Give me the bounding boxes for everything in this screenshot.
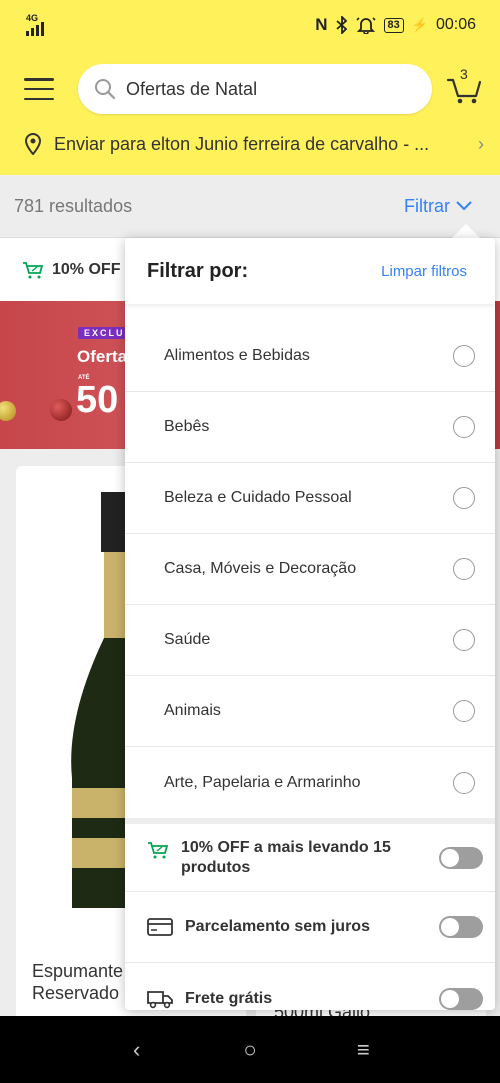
toggle-switch[interactable] [439,916,483,938]
banner-number: 50 [76,379,119,421]
home-icon[interactable]: ○ [230,1037,270,1063]
radio-button[interactable] [453,558,475,580]
filter-label: Filtrar [404,195,450,216]
category-option-saude[interactable]: Saúde [125,605,495,676]
filter-panel-header: Filtrar por: Limpar filtros [125,238,495,304]
radio-button[interactable] [453,416,475,438]
alarm-bell-icon [355,17,376,34]
filter-panel: Filtrar por: Limpar filtros Alimentos e … [125,238,495,1010]
status-bar: 4G N 83 ⚡ 00:06 [0,0,500,50]
radio-button[interactable] [453,487,475,509]
radio-button[interactable] [453,700,475,722]
toggle-label: Frete grátis [185,989,273,1007]
nfc-icon: N [315,15,328,34]
truck-icon [147,990,173,1008]
search-input[interactable]: Ofertas de Natal [78,64,432,114]
chevron-down-icon [456,201,472,211]
filter-button[interactable]: Filtrar [404,196,472,217]
cart-discount-icon [148,841,169,858]
category-option-animais[interactable]: Animais [125,676,495,747]
toggle-row-free-shipping[interactable]: Frete grátis [125,963,495,1010]
results-count: 781 resultados [14,195,133,216]
charging-icon: ⚡ [411,17,428,32]
credit-card-icon [147,918,173,936]
toggle-label: 10% OFF a mais levando 15 produtos [181,838,391,876]
category-option-arte[interactable]: Arte, Papelaria e Armarinho [125,747,495,818]
hamburger-menu-icon[interactable] [24,78,54,100]
clock: 00:06 [435,16,476,33]
search-icon [95,79,116,100]
radio-button[interactable] [453,629,475,651]
category-label: Alimentos e Bebidas [164,347,310,364]
network-indicator: 4G [26,14,44,36]
battery-icon: 83 [383,17,404,33]
back-icon[interactable]: ‹ [117,1037,157,1063]
shipping-address-text: Enviar para elton Junio ferreira de carv… [54,133,430,154]
category-label: Arte, Papelaria e Armarinho [164,773,361,791]
location-pin-icon [24,133,42,155]
cart-discount-icon [23,261,44,278]
category-label: Bebês [164,418,210,435]
clear-filters-button[interactable]: Limpar filtros [381,263,467,280]
app-header: Ofertas de Natal 3 Enviar para elton Jun… [0,50,500,175]
category-label: Saúde [164,631,211,648]
category-option-casa[interactable]: Casa, Móveis e Decoração [125,534,495,605]
ornament-image [50,399,72,421]
banner-title: Oferta [77,347,128,366]
system-nav-bar: ‹ ○ ≡ [0,1016,500,1083]
radio-button[interactable] [453,771,475,794]
category-option-alimentos-bebidas[interactable]: Alimentos e Bebidas [125,321,495,392]
category-option-beleza[interactable]: Beleza e Cuidado Pessoal [125,463,495,534]
network-type: 4G [26,13,39,23]
filter-panel-title: Filtrar por: [147,259,249,282]
toggle-switch[interactable] [439,846,483,869]
category-label: Casa, Móveis e Decoração [164,560,357,577]
toggle-switch[interactable] [439,987,483,1010]
cart-button[interactable]: 3 [446,66,484,106]
toggle-row-installments[interactable]: Parcelamento sem juros [125,892,495,963]
shipping-address-bar[interactable]: Enviar para elton Junio ferreira de carv… [24,133,484,155]
category-label: Animais [164,702,221,719]
promo-label: 10% OFF [52,260,121,278]
toggle-label: Parcelamento sem juros [185,918,370,935]
category-option-bebes[interactable]: Bebês [125,392,495,463]
chevron-right-icon: › [478,133,484,154]
ornament-image [0,401,16,421]
results-bar: 781 resultados Filtrar [0,175,500,238]
category-label: Beleza e Cuidado Pessoal [164,489,352,506]
category-list: Alimentos e Bebidas Bebês Beleza e Cuida… [125,321,495,818]
cart-icon [446,78,482,104]
toggle-row-discount[interactable]: 10% OFF a mais levando 15 produtos [125,824,495,892]
search-value: Ofertas de Natal [126,78,258,99]
recents-menu-icon[interactable]: ≡ [343,1037,383,1063]
signal-icon [26,22,44,36]
bluetooth-icon [335,16,347,34]
filter-panel-caret [452,224,480,238]
radio-button[interactable] [453,345,475,367]
